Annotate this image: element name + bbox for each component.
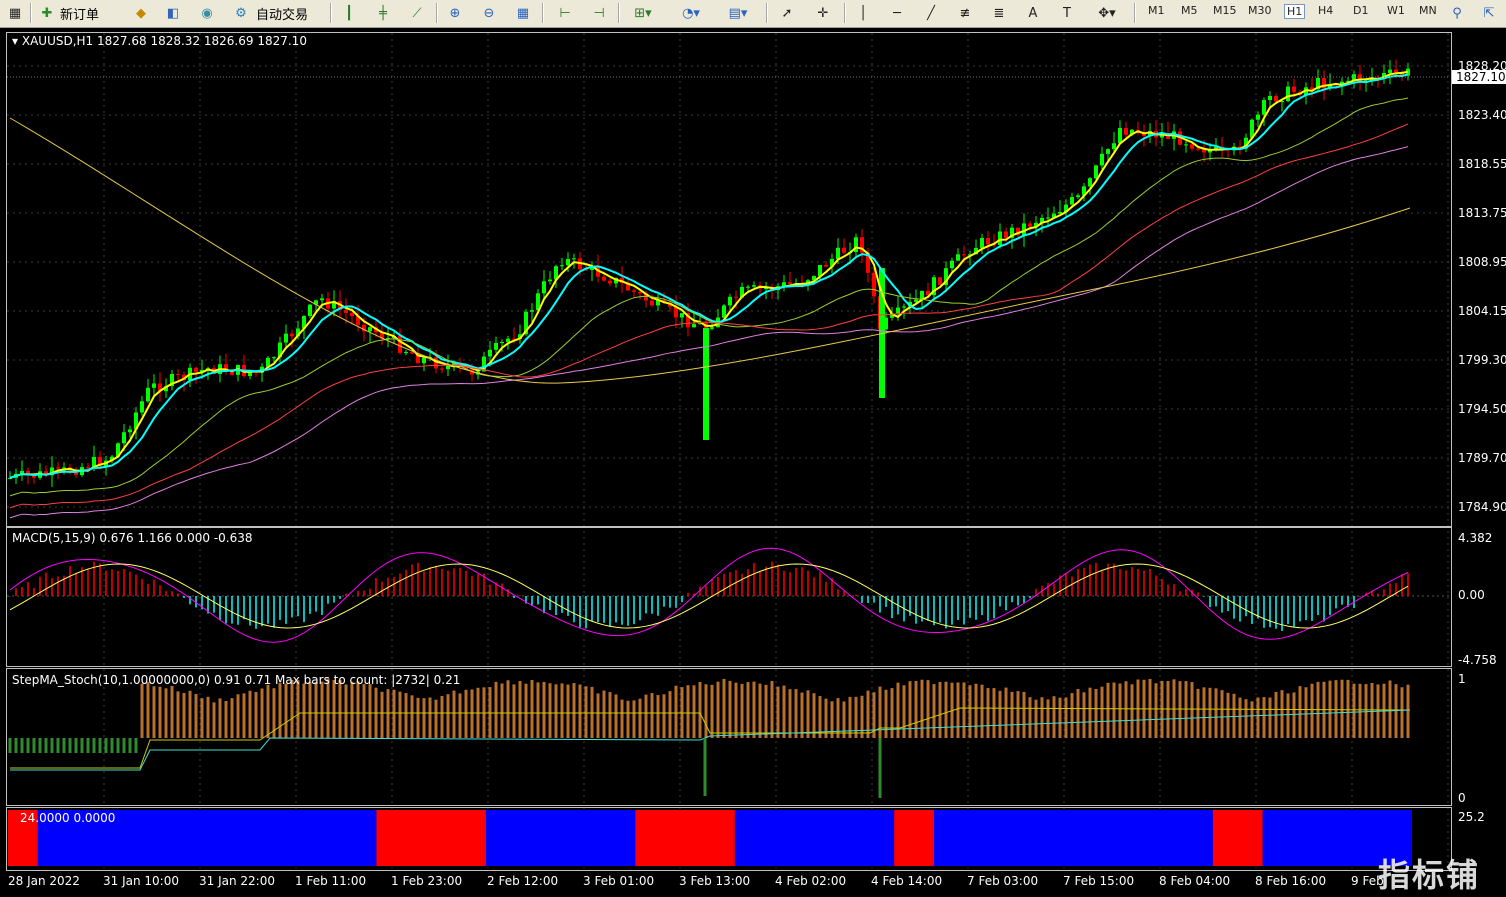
- bar-chart-icon[interactable]: ┃: [338, 2, 360, 24]
- macd-label: MACD(5,15,9) 0.676 1.166 0.000 -0.638: [12, 531, 253, 545]
- time-tick: 31 Jan 22:00: [199, 874, 275, 888]
- navigator-icon[interactable]: ◉: [196, 2, 218, 24]
- templates-icon[interactable]: ▤▾: [720, 2, 756, 24]
- chart-window[interactable]: ▾ XAUUSD,H1 1827.68 1828.32 1826.69 1827…: [0, 28, 1506, 897]
- price-tick: 1823.40: [1458, 108, 1506, 122]
- time-tick: 1 Feb 23:00: [391, 874, 463, 888]
- time-tick: 3 Feb 13:00: [679, 874, 751, 888]
- trend-bar-pane[interactable]: [6, 807, 1452, 871]
- time-tick: 7 Feb 03:00: [967, 874, 1039, 888]
- text-icon[interactable]: A: [1022, 2, 1044, 24]
- timeframe-h1[interactable]: H1: [1284, 4, 1306, 19]
- fibonacci-icon[interactable]: ≣: [988, 2, 1010, 24]
- price-tick: 1784.90: [1458, 500, 1506, 514]
- data-window-icon[interactable]: ◧: [162, 2, 184, 24]
- tile-windows-icon[interactable]: ▦: [512, 2, 534, 24]
- main-price-pane[interactable]: [6, 32, 1452, 527]
- current-price-marker: 1827.10: [1452, 70, 1506, 84]
- time-tick: 4 Feb 02:00: [775, 874, 847, 888]
- stepma-label: StepMA_Stoch(10,1.00000000,0) 0.91 0.71 …: [12, 673, 461, 687]
- stepma-axis-tick: 0: [1458, 791, 1466, 805]
- line-chart-icon[interactable]: ⟋: [406, 2, 428, 24]
- price-tick: 1789.70: [1458, 451, 1506, 465]
- macd-axis-tick: 4.382: [1458, 531, 1493, 545]
- stepma-axis-tick: 1: [1458, 672, 1466, 686]
- chart-header: ▾ XAUUSD,H1 1827.68 1828.32 1826.69 1827…: [12, 34, 307, 48]
- trend-bar-label: 24.0000 0.0000: [20, 811, 116, 825]
- timeframe-m1[interactable]: M1: [1148, 4, 1165, 17]
- search-icon[interactable]: ⚲: [1446, 2, 1468, 24]
- new-order-button[interactable]: 新订单: [60, 2, 99, 24]
- text-label-icon[interactable]: T: [1056, 2, 1078, 24]
- market-watch-icon[interactable]: ◆: [130, 2, 152, 24]
- ohlc-label: 1827.68 1828.32 1826.69 1827.10: [97, 34, 307, 48]
- autoscroll-icon[interactable]: ⊣: [588, 2, 610, 24]
- chart-menu-icon[interactable]: ▾: [12, 34, 18, 48]
- timeframe-m15[interactable]: M15: [1213, 4, 1237, 17]
- time-tick: 7 Feb 15:00: [1063, 874, 1135, 888]
- channel-icon[interactable]: ≢: [954, 2, 976, 24]
- periods-icon[interactable]: ◔▾: [674, 2, 708, 24]
- time-tick: 3 Feb 01:00: [583, 874, 655, 888]
- symbol-label: XAUUSD,H1: [21, 34, 94, 48]
- indicators-icon[interactable]: ⊞▾: [628, 2, 658, 24]
- timeframe-mn[interactable]: MN: [1419, 4, 1437, 17]
- timeframe-m5[interactable]: M5: [1181, 4, 1198, 17]
- macd-axis-tick: 0.00: [1458, 588, 1485, 602]
- trendline-icon[interactable]: ╱: [920, 2, 942, 24]
- macd-pane[interactable]: [6, 527, 1452, 667]
- expand-icon[interactable]: ⇱: [1478, 2, 1500, 24]
- time-tick: 8 Feb 04:00: [1159, 874, 1231, 888]
- candlestick-icon[interactable]: ╪: [372, 2, 394, 24]
- new-order-icon[interactable]: ✚: [36, 2, 58, 24]
- trend-axis-tick: 25.2: [1458, 810, 1485, 824]
- timeframe-h4[interactable]: H4: [1318, 4, 1333, 17]
- arrows-icon[interactable]: ✥▾: [1090, 2, 1124, 24]
- price-tick: 1818.55: [1458, 157, 1506, 171]
- timeframe-w1[interactable]: W1: [1387, 4, 1405, 17]
- horizontal-line-icon[interactable]: ─: [886, 2, 908, 24]
- zoom-out-icon[interactable]: ⊖: [478, 2, 500, 24]
- timeframe-m30[interactable]: M30: [1248, 4, 1272, 17]
- price-tick: 1804.15: [1458, 304, 1506, 318]
- chart-shift-icon[interactable]: ⊢: [554, 2, 576, 24]
- watermark-logo: 指标铺: [1378, 856, 1481, 894]
- vertical-line-icon[interactable]: │: [852, 2, 874, 24]
- time-tick: 28 Jan 2022: [8, 874, 80, 888]
- auto-trade-icon[interactable]: ⚙: [230, 2, 252, 24]
- time-tick: 1 Feb 11:00: [295, 874, 367, 888]
- zoom-in-icon[interactable]: ⊕: [444, 2, 466, 24]
- crosshair-icon[interactable]: ✛: [812, 2, 834, 24]
- time-tick: 31 Jan 10:00: [103, 874, 179, 888]
- price-tick: 1808.95: [1458, 255, 1506, 269]
- price-tick: 1799.30: [1458, 353, 1506, 367]
- time-tick: 8 Feb 16:00: [1255, 874, 1327, 888]
- price-tick: 1794.50: [1458, 402, 1506, 416]
- time-tick: 2 Feb 12:00: [487, 874, 559, 888]
- price-tick: 1813.75: [1458, 206, 1506, 220]
- auto-trade-button[interactable]: 自动交易: [256, 2, 308, 24]
- cursor-icon[interactable]: ➚: [776, 2, 798, 24]
- time-tick: 4 Feb 14:00: [871, 874, 943, 888]
- macd-axis-tick: -4.758: [1458, 653, 1497, 667]
- timeframe-d1[interactable]: D1: [1353, 4, 1368, 17]
- toolbar: ▦ ✚ 新订单 ◆ ◧ ◉ ⚙ 自动交易 ┃ ╪ ⟋ ⊕ ⊖ ▦ ⊢ ⊣ ⊞▾ …: [0, 0, 1506, 28]
- stepma-stoch-pane[interactable]: [6, 668, 1452, 806]
- new-chart-icon[interactable]: ▦: [4, 2, 26, 24]
